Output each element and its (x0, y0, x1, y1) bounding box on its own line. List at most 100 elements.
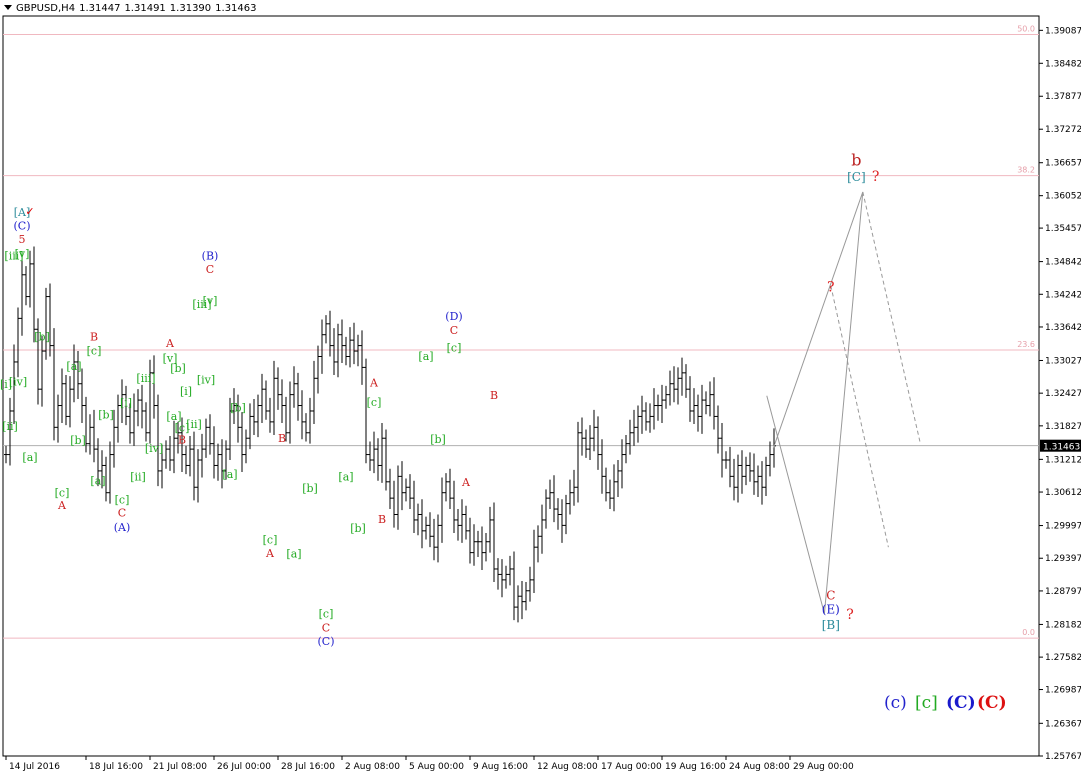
ohlc-open: 1.31447 (79, 3, 121, 14)
ohlc-low: 1.31390 (169, 3, 212, 14)
wave-label: A (57, 499, 67, 512)
wave-label: [b] (34, 331, 50, 344)
wave-label: (C) (14, 220, 31, 233)
chart-title-bar: GBPUSD,H4 1.31447 1.31491 1.31390 1.31463 (2, 3, 261, 14)
wave-label: (D) (445, 310, 462, 323)
y-tick-label: 1.32427 (1045, 389, 1081, 399)
wave-label: [c] (87, 344, 102, 357)
wave-label: [c] (367, 396, 382, 409)
wave-label: B (178, 434, 186, 447)
wave-label: [v] (15, 247, 30, 260)
x-tick-label: 28 Jul 16:00 (281, 762, 335, 772)
x-tick-label: 2 Aug 08:00 (345, 762, 400, 772)
wave-label: B (378, 513, 386, 526)
y-tick-label: 1.36052 (1045, 192, 1081, 202)
wave-label: [iv] (145, 442, 163, 455)
wave-label: B (278, 432, 286, 445)
projection-label: [C] (847, 170, 866, 184)
y-tick-label: 1.28797 (1045, 587, 1081, 597)
wave-label: [iii] (136, 372, 155, 385)
y-tick-label: 1.37877 (1045, 92, 1081, 102)
wave-label: [ii] (186, 418, 202, 431)
x-tick-label: 19 Aug 16:00 (665, 762, 726, 772)
y-tick-label: 1.31212 (1045, 455, 1081, 465)
wave-label: [i] (180, 385, 192, 398)
x-tick-label: 9 Aug 16:00 (473, 762, 528, 772)
wave-label: [c] (115, 494, 130, 507)
wave-label: [b] (350, 522, 366, 535)
y-tick-label: 1.29997 (1045, 522, 1081, 532)
symbol-label: GBPUSD,H4 (16, 3, 76, 14)
wave-label: A (369, 376, 379, 389)
wave-degree-legend: (C) (946, 693, 976, 713)
wave-label: [a] (418, 350, 433, 363)
x-tick-label: 21 Jul 08:00 (153, 762, 207, 772)
wave-label: C (118, 507, 126, 520)
projection-label: ? (846, 607, 854, 623)
wave-label: [a] (222, 468, 237, 481)
y-tick-label: 1.39087 (1045, 26, 1081, 36)
wave-label: [v] (203, 295, 218, 308)
y-tick-label: 1.37272 (1045, 125, 1081, 135)
wave-label: [a] (338, 471, 353, 484)
x-tick-label: 24 Aug 08:00 (729, 762, 790, 772)
wave-label: [a] (22, 451, 37, 464)
wave-label: B (490, 389, 498, 402)
projection-path (830, 285, 889, 548)
wave-label: [a] (286, 548, 301, 561)
wave-label: [i] (120, 397, 132, 410)
wave-label: [a] (90, 475, 105, 488)
projection-label: [B] (822, 618, 840, 632)
wave-label: [iv] (197, 374, 215, 387)
wave-label: [c] (263, 533, 278, 546)
y-tick-label: 1.27582 (1045, 653, 1081, 663)
y-tick-label: 1.29397 (1045, 554, 1081, 564)
projection-label: b (851, 150, 861, 169)
wave-label: [a] (66, 360, 81, 373)
wave-label: [ii] (130, 471, 146, 484)
projection-path (772, 191, 864, 614)
x-tick-label: 18 Jul 16:00 (89, 762, 143, 772)
wave-label: (C) (318, 635, 335, 648)
projection-label: ? (872, 169, 880, 185)
projection-path (766, 395, 825, 614)
y-tick-label: 1.35457 (1045, 224, 1081, 234)
y-tick-label: 1.28182 (1045, 620, 1081, 630)
y-tick-label: 1.31827 (1045, 422, 1081, 432)
y-tick-label: 1.33027 (1045, 356, 1081, 366)
projection-label: ? (827, 280, 835, 296)
wave-label: ✓ (25, 205, 34, 218)
y-tick-label: 1.38482 (1045, 59, 1081, 69)
wave-label: A (461, 476, 471, 489)
price-chart[interactable]: 50.0 38.2 23.6 0.0 1.39087 1.38482 1.37877 1.37… (0, 0, 1081, 777)
ohlc-high: 1.31491 (124, 3, 166, 14)
wave-label: B (90, 331, 98, 344)
wave-label: [b] (170, 362, 186, 375)
wave-label: [b] (230, 402, 246, 415)
x-tick-label: 26 Jul 00:00 (217, 762, 271, 772)
wave-label: (B) (202, 250, 219, 263)
fib-level-label: 50.0 (1017, 25, 1035, 34)
wave-label: C (450, 324, 458, 337)
wave-label: C (322, 622, 330, 635)
wave-label: [c] (447, 342, 462, 355)
wave-label: [b] (302, 482, 318, 495)
wave-label: [c] (55, 487, 70, 500)
fib-level-label: 38.2 (1017, 166, 1035, 175)
x-tick-label: 5 Aug 00:00 (409, 762, 464, 772)
current-price-label: 1.31463 (1043, 443, 1080, 453)
wave-label: A (265, 547, 275, 560)
y-tick-label: 1.26367 (1045, 719, 1081, 729)
symbol-dropdown-icon[interactable] (4, 5, 12, 10)
x-tick-label: 17 Aug 00:00 (601, 762, 662, 772)
fib-level-label: 0.0 (1022, 628, 1035, 637)
x-tick-label: 12 Aug 08:00 (537, 762, 598, 772)
y-tick-label: 1.36657 (1045, 159, 1081, 169)
x-tick-label: 14 Jul 2016 (9, 762, 60, 772)
y-tick-label: 1.25767 (1045, 752, 1081, 762)
y-tick-label: 1.30612 (1045, 488, 1081, 498)
y-tick-label: 1.26987 (1045, 686, 1081, 696)
chart-frame: 50.0 38.2 23.6 0.0 1.39087 1.38482 1.37877 1.37… (0, 0, 1081, 777)
projection-label: C (826, 588, 835, 602)
wave-degree-legend: [c] (915, 693, 938, 713)
